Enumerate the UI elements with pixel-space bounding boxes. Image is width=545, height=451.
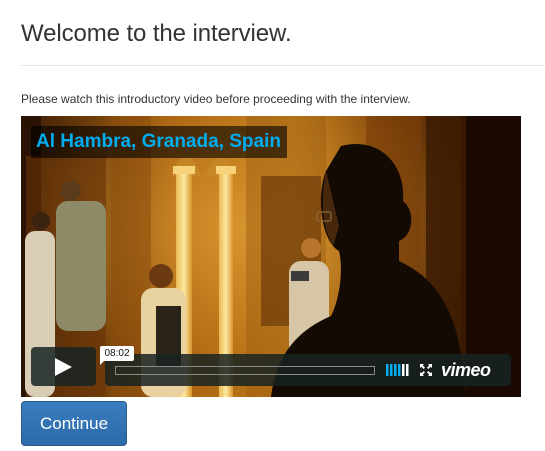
time-tooltip-tail: [100, 360, 105, 365]
video-controls: vimeo: [105, 354, 511, 386]
play-button[interactable]: [31, 347, 96, 386]
video-title: Al Hambra, Granada, Spain: [31, 126, 287, 158]
header-divider: [21, 65, 545, 66]
video-player[interactable]: Al Hambra, Granada, Spain vimeo 08:02: [21, 116, 521, 397]
page-title: Welcome to the interview.: [21, 20, 292, 47]
interview-page: Welcome to the interview. Please watch t…: [0, 0, 545, 451]
time-tooltip: 08:02: [100, 346, 134, 365]
play-icon: [55, 358, 72, 376]
vimeo-logo[interactable]: vimeo: [441, 360, 491, 380]
volume-icon[interactable]: [386, 364, 410, 376]
continue-button[interactable]: Continue: [21, 401, 127, 446]
fullscreen-icon[interactable]: [420, 364, 432, 376]
intro-text: Please watch this introductory video bef…: [21, 92, 411, 106]
progress-bar[interactable]: [115, 366, 375, 375]
time-tooltip-text: 08:02: [104, 348, 130, 359]
